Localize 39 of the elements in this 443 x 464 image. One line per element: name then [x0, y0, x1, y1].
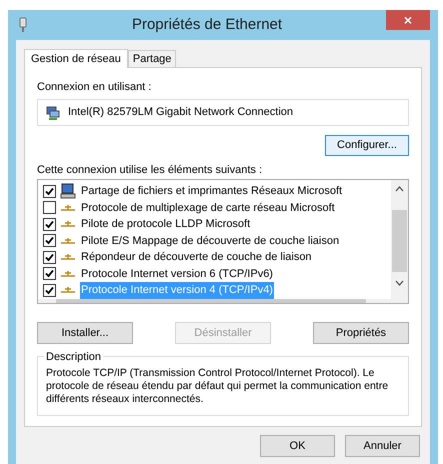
tab[interactable]: Partage [128, 50, 176, 67]
tab[interactable]: Gestion de réseau [24, 49, 128, 68]
configure-button[interactable]: Configurer... [325, 135, 409, 156]
action-button[interactable]: Installer... [37, 322, 133, 344]
scrollbar-thumb[interactable] [392, 210, 407, 272]
checkbox[interactable] [43, 250, 56, 264]
group-title: Description [44, 349, 104, 366]
computer-icon [60, 183, 76, 200]
list-item[interactable]: Pilote de protocole LLDP Microsoft [80, 216, 252, 232]
section-label: Connexion en utilisant : [37, 80, 152, 94]
network-adapter-icon [46, 106, 60, 120]
protocol-icon [60, 236, 76, 246]
list-item[interactable]: Protocole de multiplexage de carte réseau Microsoft [80, 200, 336, 216]
close-button[interactable]: × [386, 10, 430, 30]
list-item[interactable]: Pilote E/S Mappage de découverte de couche liaison [80, 232, 340, 249]
protocol-icon [60, 252, 76, 262]
description-text: Protocole TCP/IP (Transmission Control Protocol/Internet Protocol). Le protocole de réseau étendu par défaut qui permet la communication entre différents réseaux interconnectés. [46, 367, 390, 406]
network-icon [18, 17, 28, 33]
list-item[interactable]: Partage de fichiers et imprimantes Réseaux Microsoft [80, 183, 344, 200]
section-label: Cette connexion utilise les éléments suivants : [37, 163, 264, 177]
protocol-icon [60, 219, 76, 230]
action-button[interactable]: Propriétés [313, 322, 409, 344]
window-title: Propriétés de Ethernet [130, 14, 284, 35]
dialog-button[interactable]: Annuler [345, 435, 420, 457]
list-item[interactable]: Répondeur de découverte de couche de liaison [80, 249, 313, 266]
checkbox[interactable] [43, 218, 56, 231]
vertical-scrollbar[interactable] [391, 180, 408, 298]
checkbox[interactable] [43, 201, 56, 214]
checkbox[interactable] [43, 284, 56, 297]
list-item[interactable]: Protocole Internet version 6 (TCP/IPv6) [80, 266, 274, 282]
adapter-name: Intel(R) 82579LM Gigabit Network Connection [68, 105, 294, 120]
checkbox[interactable] [43, 184, 56, 198]
protocol-icon [60, 285, 76, 296]
protocol-icon [60, 268, 76, 279]
horizontal-scrollbar[interactable] [38, 298, 408, 303]
checkbox[interactable] [43, 267, 56, 280]
protocol-icon [60, 202, 76, 213]
dialog-button[interactable]: OK [260, 435, 335, 457]
checkbox[interactable] [43, 234, 56, 248]
